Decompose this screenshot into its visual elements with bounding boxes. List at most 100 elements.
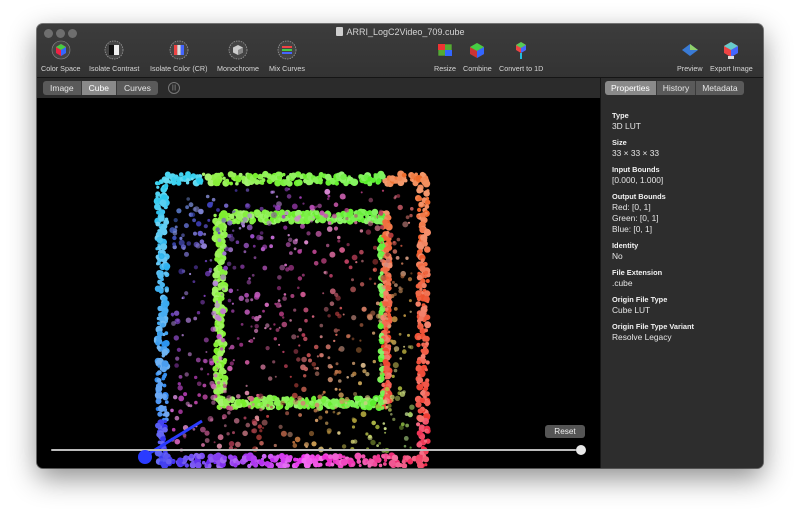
- tab-history[interactable]: History: [656, 81, 697, 95]
- lut-sample-point: [281, 321, 288, 328]
- lut-sample-point: [419, 397, 426, 403]
- lut-sample-point: [298, 327, 302, 332]
- monochrome-button[interactable]: Monochrome: [217, 40, 259, 73]
- lut-sample-point: [253, 294, 260, 300]
- lut-sample-point: [313, 408, 318, 413]
- lut-sample-point: [181, 233, 185, 237]
- lut-sample-point: [334, 181, 339, 186]
- rotation-slider-thumb[interactable]: [576, 445, 586, 455]
- lut-sample-point: [283, 225, 288, 230]
- lut-sample-point: [157, 411, 163, 417]
- lut-sample-point: [282, 350, 285, 354]
- lut-sample-point: [301, 333, 306, 337]
- lut-sample-point: [394, 283, 398, 287]
- lut-sample-point: [380, 406, 383, 409]
- lut-sample-point: [304, 240, 309, 245]
- lut-sample-point: [235, 175, 239, 179]
- lut-sample-point: [382, 256, 386, 259]
- lut-sample-point: [229, 344, 235, 350]
- lut-sample-point: [176, 319, 180, 322]
- lut-sample-point: [394, 395, 401, 401]
- lut-sample-point: [388, 408, 392, 412]
- lut-sample-point: [219, 367, 225, 373]
- lut-cube-visualization[interactable]: [37, 98, 600, 468]
- lut-sample-point: [379, 363, 383, 367]
- lut-sample-point: [298, 413, 302, 417]
- preview-button[interactable]: Preview: [677, 40, 703, 73]
- lut-sample-point: [284, 405, 290, 411]
- export-image-icon: [724, 42, 739, 59]
- color-space-button[interactable]: Color Space: [41, 40, 81, 73]
- lut-sample-point: [354, 214, 358, 218]
- lut-sample-point: [215, 227, 220, 232]
- lut-sample-point: [293, 399, 299, 405]
- resize-button[interactable]: Resize: [434, 40, 456, 73]
- lut-sample-point: [375, 215, 379, 219]
- lut-sample-point: [378, 357, 384, 363]
- lut-sample-point: [422, 381, 430, 388]
- lut-sample-point: [334, 369, 339, 374]
- rotation-slider[interactable]: [51, 449, 581, 451]
- lut-sample-point: [399, 425, 404, 430]
- lut-sample-point: [164, 288, 169, 293]
- lut-sample-point: [181, 297, 184, 300]
- export-image-button[interactable]: Export Image: [710, 40, 753, 73]
- view-mode-curves[interactable]: Curves: [116, 81, 158, 95]
- isolate-contrast-button[interactable]: Isolate Contrast: [89, 40, 139, 73]
- property-origin-file-type: Origin File Type Cube LUT: [612, 295, 668, 315]
- lut-sample-point: [300, 223, 305, 229]
- lut-sample-point: [202, 383, 207, 388]
- lut-sample-point: [221, 217, 227, 223]
- lut-sample-point: [308, 358, 312, 363]
- lut-sample-point: [424, 420, 429, 425]
- lut-sample-point: [245, 188, 250, 192]
- lut-sample-point: [280, 430, 287, 437]
- lut-sample-point: [173, 335, 179, 341]
- lut-sample-point: [296, 357, 301, 362]
- convert-1d-button[interactable]: Convert to 1D: [499, 40, 543, 73]
- lut-sample-point: [289, 319, 292, 322]
- lut-sample-point: [334, 406, 338, 409]
- lut-sample-point: [160, 255, 164, 259]
- lut-sample-point: [223, 424, 227, 428]
- lut-sample-point: [424, 204, 430, 209]
- view-mode-image[interactable]: Image: [43, 81, 82, 95]
- cube-origin-handle[interactable]: [138, 450, 152, 464]
- lut-sample-point: [306, 231, 311, 236]
- reset-view-button[interactable]: Reset: [545, 425, 585, 438]
- lut-sample-point: [367, 435, 373, 441]
- lut-sample-point: [387, 324, 391, 329]
- tab-properties[interactable]: Properties: [605, 81, 657, 95]
- lut-sample-point: [211, 197, 216, 202]
- isolate-color-button[interactable]: Isolate Color (CR): [150, 40, 208, 73]
- lut-sample-point: [189, 453, 194, 459]
- lut-sample-point: [384, 270, 388, 275]
- lut-sample-point: [344, 397, 350, 402]
- lut-sample-point: [390, 413, 393, 416]
- lut-sample-point: [297, 276, 303, 281]
- view-mode-cube[interactable]: Cube: [81, 81, 117, 95]
- lut-sample-point: [246, 224, 253, 231]
- tab-metadata[interactable]: Metadata: [696, 81, 744, 95]
- lut-sample-point: [223, 389, 227, 394]
- channels-toggle-icon[interactable]: |||: [168, 82, 180, 94]
- lut-sample-point: [156, 236, 163, 244]
- combine-button[interactable]: Combine: [463, 40, 492, 73]
- lut-sample-point: [335, 311, 340, 316]
- lut-sample-point: [204, 438, 210, 443]
- lut-sample-point: [374, 457, 380, 463]
- cube-viewport[interactable]: [37, 98, 600, 468]
- lut-sample-point: [207, 218, 211, 222]
- lut-sample-point: [249, 219, 255, 225]
- lut-sample-point: [282, 296, 287, 301]
- lut-sample-point: [264, 302, 269, 307]
- lut-sample-point: [163, 205, 168, 210]
- lut-sample-point: [346, 376, 350, 379]
- lut-sample-point: [196, 221, 202, 227]
- lut-sample-point: [351, 337, 355, 341]
- lut-sample-point: [234, 189, 238, 192]
- lut-sample-point: [416, 187, 423, 194]
- mix-curves-button[interactable]: Mix Curves: [269, 40, 305, 73]
- lut-sample-point: [380, 275, 387, 281]
- lut-sample-point: [383, 314, 388, 319]
